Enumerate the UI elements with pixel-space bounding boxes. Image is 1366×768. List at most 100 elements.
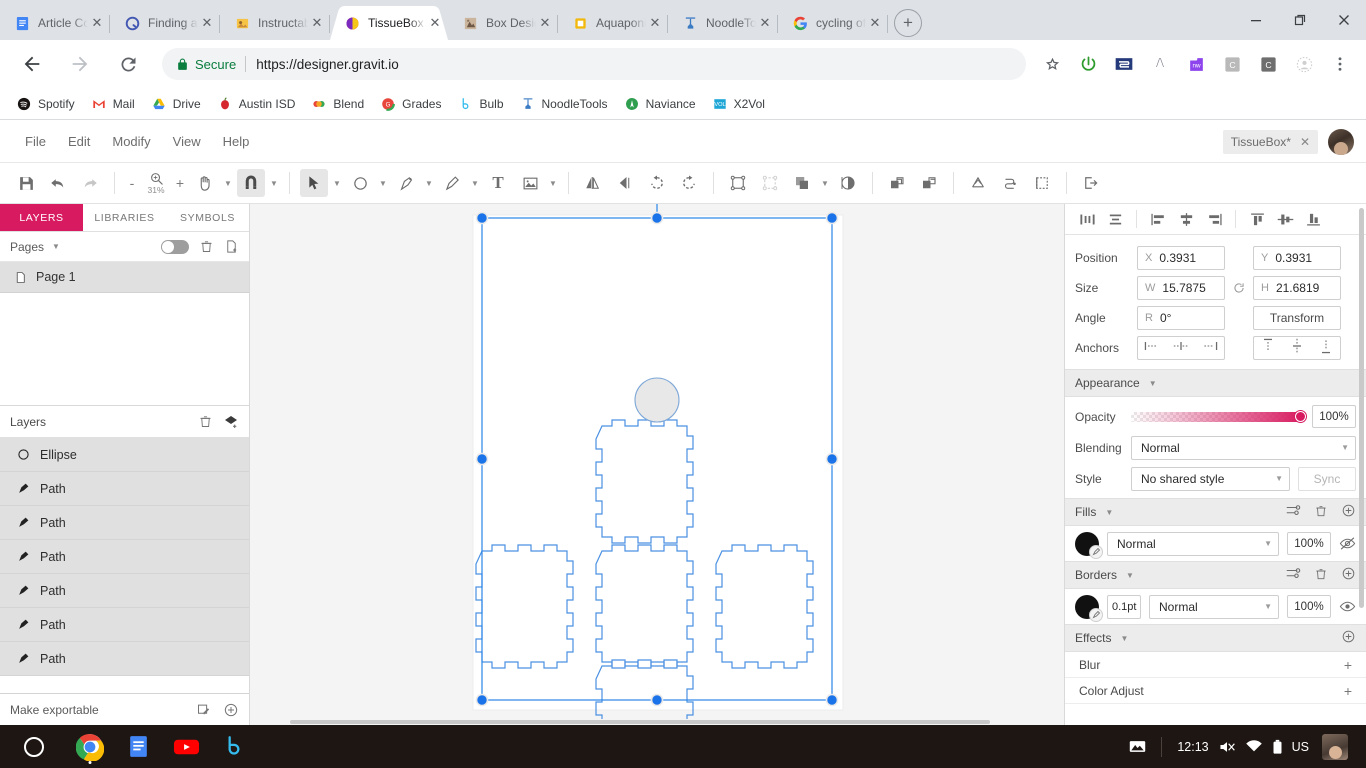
new-tab-button[interactable]: + (894, 9, 922, 37)
chevron-down-icon[interactable]: ▼ (1149, 379, 1157, 388)
sync-extension-icon[interactable] (1109, 49, 1139, 79)
browser-tab-5[interactable]: Aquaponics ✕ (558, 6, 668, 40)
send-backward-icon[interactable] (915, 169, 943, 197)
undo-icon[interactable] (44, 169, 72, 197)
right-panel-scrollbar[interactable] (1359, 208, 1364, 608)
snap-magnet-icon[interactable] (237, 169, 265, 197)
export-icon[interactable] (1077, 169, 1105, 197)
effect-row-blur[interactable]: Blur + (1065, 652, 1366, 678)
edit-export-icon[interactable] (196, 702, 211, 717)
flip-horizontal-icon[interactable] (579, 169, 607, 197)
zoom-level-display[interactable]: 31% (141, 171, 171, 195)
anchor-middle-icon[interactable] (1291, 338, 1303, 359)
chevron-down-icon[interactable]: ▼ (221, 169, 235, 197)
chevron-down-icon[interactable]: ▼ (1126, 571, 1134, 580)
boolean-ops-icon[interactable] (788, 169, 816, 197)
hand-tool-icon[interactable] (191, 169, 219, 197)
align-center-horizontal-icon[interactable] (1172, 206, 1200, 232)
fill-visibility-hidden-icon[interactable] (1339, 536, 1356, 551)
minimize-button[interactable] (1234, 5, 1278, 35)
effect-row-color-adjust[interactable]: Color Adjust + (1065, 678, 1366, 704)
anchor-center-icon[interactable] (1173, 339, 1189, 357)
close-icon[interactable]: ✕ (198, 14, 216, 32)
bookmark-grades[interactable]: G Grades (372, 92, 449, 116)
tab-symbols[interactable]: SYMBOLS (166, 204, 249, 231)
menu-file[interactable]: File (14, 121, 57, 163)
tab-layers[interactable]: LAYERS (0, 204, 83, 231)
close-icon[interactable]: ✕ (646, 14, 664, 32)
add-border-icon[interactable] (1341, 566, 1356, 584)
pointer-tool-icon[interactable] (300, 169, 328, 197)
eyedropper-icon[interactable] (1089, 544, 1103, 559)
eyedropper-icon[interactable] (1089, 607, 1103, 622)
close-icon[interactable]: ✕ (536, 14, 554, 32)
bookmark-bulb[interactable]: Bulb (449, 92, 511, 116)
align-left-icon[interactable] (1144, 206, 1172, 232)
youtube-icon[interactable] (162, 725, 210, 768)
size-height-input[interactable]: H 21.6819 (1253, 276, 1341, 300)
browser-tab-7[interactable]: cycling of m ✕ (778, 6, 888, 40)
sync-button[interactable]: Sync (1298, 466, 1356, 491)
chevron-down-icon[interactable]: ▼ (330, 169, 344, 197)
effects-section-header[interactable]: Effects ▼ (1065, 624, 1366, 652)
bookmark-naviance[interactable]: Naviance (616, 92, 704, 116)
align-bottom-icon[interactable] (1299, 206, 1327, 232)
pencil-tool-icon[interactable] (438, 169, 466, 197)
rotate-left-icon[interactable] (643, 169, 671, 197)
bookmark-star-icon[interactable] (1037, 49, 1067, 79)
address-bar[interactable]: Secure https://designer.gravit.io (162, 48, 1026, 80)
chevron-down-icon[interactable]: ▼ (468, 169, 482, 197)
browser-tab-0[interactable]: Article Comp ✕ (0, 6, 110, 40)
position-x-input[interactable]: X 0.3931 (1137, 246, 1225, 270)
chevron-down-icon[interactable]: ▼ (267, 169, 281, 197)
delete-fill-icon[interactable] (1314, 504, 1328, 521)
avatar[interactable] (1328, 128, 1354, 155)
add-color-adjust-icon[interactable]: + (1344, 683, 1352, 699)
list-item[interactable]: Ellipse (0, 438, 249, 472)
transform-button[interactable]: Transform (1253, 306, 1341, 330)
border-visibility-icon[interactable] (1339, 599, 1356, 614)
pen-tool-icon[interactable] (392, 169, 420, 197)
ellipse-tool-icon[interactable] (346, 169, 374, 197)
browser-tab-1[interactable]: Finding an A ✕ (110, 6, 220, 40)
chevron-down-icon[interactable]: ▼ (1105, 508, 1113, 517)
add-effect-icon[interactable] (1341, 629, 1356, 647)
add-page-icon[interactable] (224, 239, 239, 254)
menu-modify[interactable]: Modify (101, 121, 161, 163)
badge-extension-icon[interactable] (1289, 49, 1319, 79)
chevron-down-icon[interactable]: ▼ (376, 169, 390, 197)
c2-extension-icon[interactable]: C (1253, 49, 1283, 79)
align-top-icon[interactable] (1243, 206, 1271, 232)
chrome-icon[interactable] (66, 725, 114, 768)
c-extension-icon[interactable]: C (1217, 49, 1247, 79)
distribute-vertical-icon[interactable] (1101, 206, 1129, 232)
anchor-left-icon[interactable] (1144, 339, 1160, 357)
ungroup-icon[interactable] (756, 169, 784, 197)
maximize-button[interactable] (1278, 5, 1322, 35)
launcher-icon[interactable] (24, 736, 44, 757)
anchor-bottom-icon[interactable] (1320, 338, 1332, 359)
path-convert-icon[interactable] (964, 169, 992, 197)
screenshot-icon[interactable] (1129, 739, 1146, 754)
fills-section-header[interactable]: Fills ▼ (1065, 498, 1366, 526)
back-icon[interactable] (14, 46, 50, 82)
opacity-value[interactable]: 100% (1312, 405, 1356, 428)
appearance-section-header[interactable]: Appearance ▼ (1065, 369, 1366, 397)
redo-icon[interactable] (76, 169, 104, 197)
zoom-in-button[interactable]: + (171, 169, 189, 197)
align-right-icon[interactable] (1200, 206, 1228, 232)
close-icon[interactable]: ✕ (88, 14, 106, 32)
delete-border-icon[interactable] (1314, 567, 1328, 584)
fill-blend-select[interactable]: Normal ▼ (1107, 531, 1279, 556)
rotate-right-icon[interactable] (675, 169, 703, 197)
pages-visibility-toggle[interactable] (161, 239, 189, 254)
battery-icon[interactable] (1272, 739, 1283, 755)
bookmark-spotify[interactable]: Spotify (8, 92, 83, 116)
slider-thumb[interactable] (1295, 410, 1306, 422)
fill-settings-icon[interactable] (1286, 504, 1301, 520)
slice-icon[interactable] (1028, 169, 1056, 197)
menu-edit[interactable]: Edit (57, 121, 101, 163)
close-icon[interactable]: ✕ (866, 14, 884, 32)
position-y-input[interactable]: Y 0.3931 (1253, 246, 1341, 270)
angle-input[interactable]: R 0° (1137, 306, 1225, 330)
